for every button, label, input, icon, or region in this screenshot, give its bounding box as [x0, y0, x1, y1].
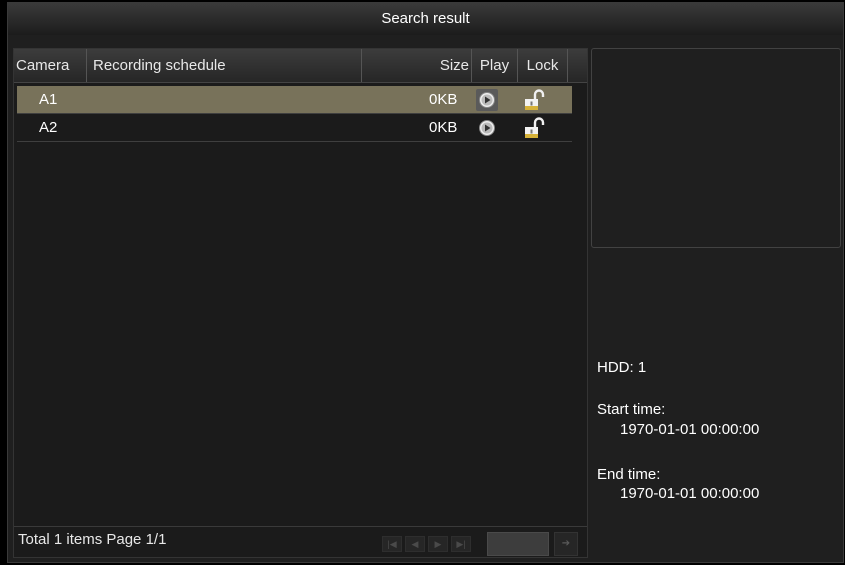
- page-number-input[interactable]: [487, 532, 549, 556]
- column-lock[interactable]: Lock: [518, 49, 568, 82]
- play-icon[interactable]: [476, 117, 498, 139]
- hdd-label: HDD: 1: [597, 359, 647, 376]
- next-page-icon[interactable]: ▶: [428, 536, 448, 552]
- column-camera[interactable]: Camera: [14, 49, 87, 82]
- size-cell: 0KB: [429, 119, 458, 136]
- camera-cell: A1: [39, 91, 58, 108]
- column-size[interactable]: Size: [362, 49, 472, 82]
- window-title: Search result: [8, 3, 843, 35]
- prev-page-icon[interactable]: ◀: [405, 536, 425, 552]
- table-header: Camera Recording schedule Size Play Lock: [14, 49, 587, 83]
- table-row[interactable]: A1 0KB: [17, 86, 572, 114]
- camera-cell: A2: [39, 119, 58, 136]
- start-time-label: Start time:: [597, 401, 666, 418]
- search-result-window: Search result Camera Recording schedule …: [7, 2, 844, 563]
- first-page-icon[interactable]: |◀: [382, 536, 402, 552]
- play-icon[interactable]: [476, 89, 498, 111]
- start-time-value: 1970-01-01 00:00:00: [620, 421, 760, 438]
- table-footer: Total 1 items Page 1/1 |◀ ◀ ▶ ▶| ➔: [14, 526, 587, 557]
- column-recording-schedule[interactable]: Recording schedule: [87, 49, 362, 82]
- unlock-icon[interactable]: [523, 89, 547, 111]
- go-icon[interactable]: ➔: [554, 532, 578, 556]
- column-play[interactable]: Play: [472, 49, 518, 82]
- size-cell: 0KB: [429, 91, 458, 108]
- last-page-icon[interactable]: ▶|: [451, 536, 471, 552]
- end-time-label: End time:: [597, 466, 661, 483]
- total-items-text: Total 1 items Page 1/1: [18, 531, 167, 548]
- end-time-value: 1970-01-01 00:00:00: [620, 485, 760, 502]
- unlock-icon[interactable]: [523, 117, 547, 139]
- preview-pane: [591, 48, 841, 248]
- table-row[interactable]: A2 0KB: [17, 114, 572, 142]
- result-table: Camera Recording schedule Size Play Lock…: [13, 48, 588, 558]
